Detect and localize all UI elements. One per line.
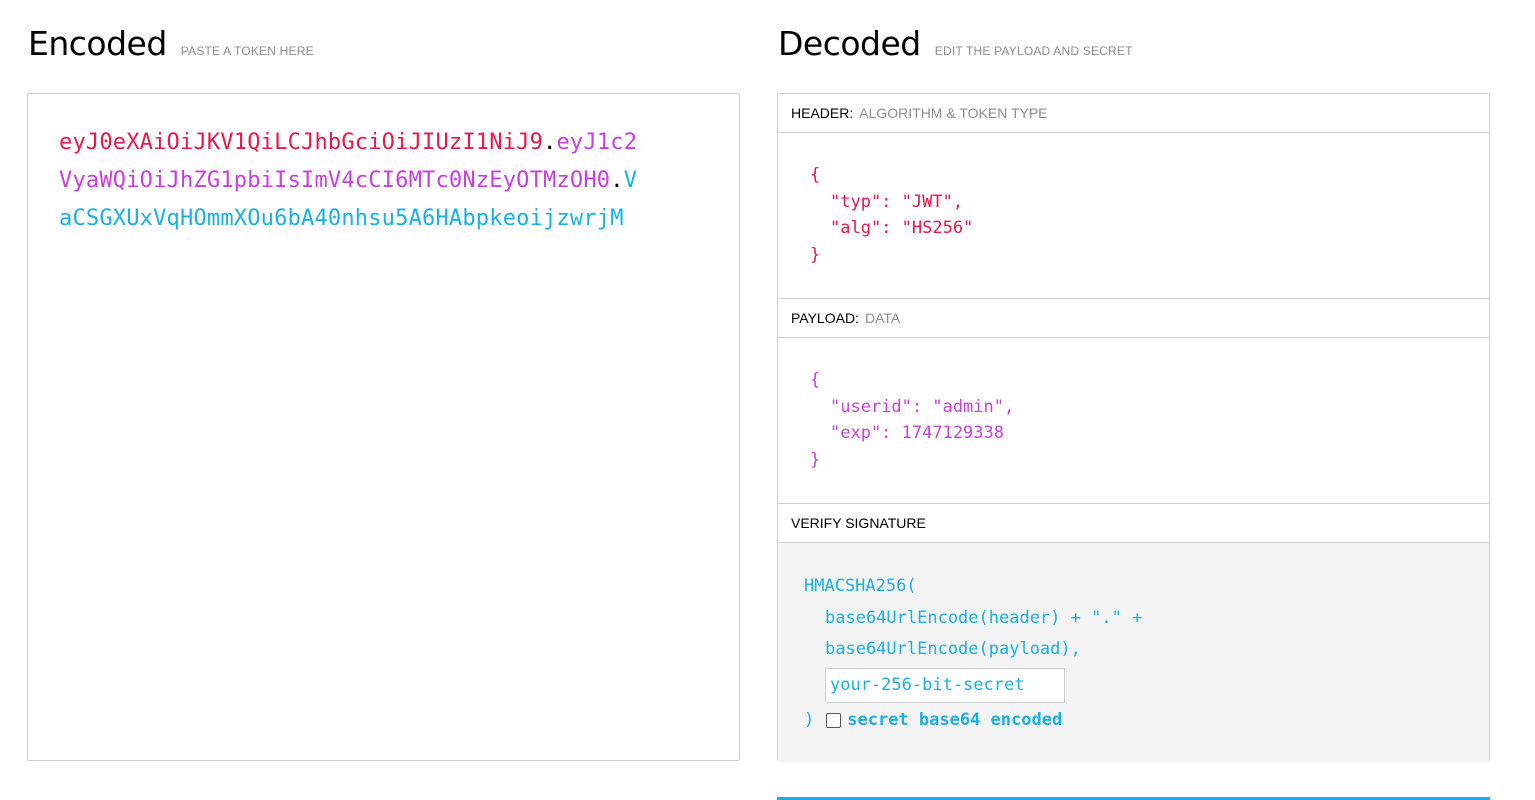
token-separator: . [543,130,557,155]
hmac-payload-line: base64UrlEncode(payload), [825,639,1081,659]
decoded-heading: Decoded EDIT THE PAYLOAD AND SECRET [778,24,1133,63]
header-alg-line: "alg": "HS256" [830,218,974,238]
payload-exp-line: "exp": 1747129338 [830,423,1004,443]
decoded-hint: EDIT THE PAYLOAD AND SECRET [934,44,1133,58]
secret-input[interactable] [825,667,1065,703]
signature-label: VERIFY SIGNATURE [791,515,926,531]
header-section-title: HEADER: ALGORITHM & TOKEN TYPE [778,94,1489,133]
header-typ-line: "typ": "JWT", [830,191,964,212]
header-label: HEADER: [791,105,854,121]
encoded-heading: Encoded PASTE A TOKEN HERE [28,24,314,63]
payload-label: PAYLOAD: [791,310,859,326]
payload-sublabel: DATA [864,310,901,326]
json-open-brace: { [810,370,821,390]
json-open-brace: { [810,165,821,185]
encoded-title: Encoded [28,24,167,63]
signature-section-title: VERIFY SIGNATURE [778,504,1489,543]
hmac-function-open: HMACSHA256( [804,576,917,596]
encoded-hint: PASTE A TOKEN HERE [180,44,314,58]
base64-secret-checkbox[interactable] [826,712,842,728]
header-sublabel: ALGORITHM & TOKEN TYPE [859,105,1048,121]
payload-userid-line: "userid": "admin", [830,396,1015,417]
signature-editor: HMACSHA256( base64UrlEncode(header) + ".… [778,543,1489,762]
token-separator: . [610,168,624,193]
payload-json-editor[interactable]: { "userid": "admin", "exp": 1747129338 } [778,338,1489,504]
hmac-header-line: base64UrlEncode(header) + "." + [825,607,1143,628]
json-close-brace: } [810,449,821,470]
decoded-panel: HEADER: ALGORITHM & TOKEN TYPE { "typ": … [777,93,1490,762]
encoded-token-text[interactable]: eyJ0eXAiOiJKV1QiLCJhbGciOiJIUzI1NiJ9.eyJ… [59,124,649,238]
hmac-function-close: ) [804,709,815,730]
header-json-editor[interactable]: { "typ": "JWT", "alg": "HS256" } [778,133,1489,299]
base64-secret-label[interactable]: secret base64 encoded [847,705,1062,737]
encoded-token-editor[interactable]: eyJ0eXAiOiJKV1QiLCJhbGciOiJIUzI1NiJ9.eyJ… [27,93,740,761]
decoded-title: Decoded [778,24,921,63]
payload-section-title: PAYLOAD: DATA [778,299,1489,338]
json-close-brace: } [810,244,821,265]
token-header-part: eyJ0eXAiOiJKV1QiLCJhbGciOiJIUzI1NiJ9 [59,130,544,155]
